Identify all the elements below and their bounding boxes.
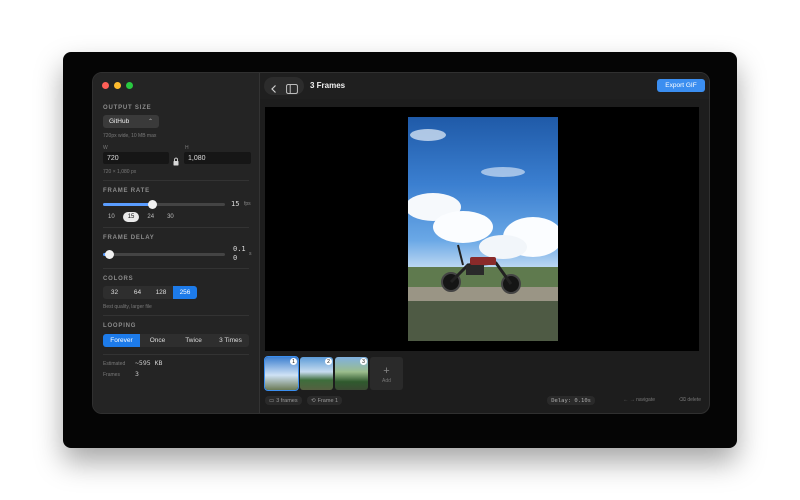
- looping-option-once[interactable]: Once: [140, 334, 175, 347]
- frame-rate-title: FRAME RATE: [103, 188, 150, 194]
- fps-preset-24[interactable]: 24: [142, 212, 159, 222]
- app-window: OUTPUT SIZE GitHub ⌃ 720px wide, 10 MB m…: [92, 72, 710, 414]
- colors-note: Best quality, larger file: [103, 304, 152, 310]
- divider: [103, 180, 249, 181]
- colors-option-32[interactable]: 32: [103, 286, 126, 299]
- frames-icon: ▭: [269, 397, 275, 404]
- frame-delay-value: 0.1 0: [233, 245, 246, 263]
- fps-preset-15[interactable]: 15: [122, 212, 140, 222]
- width-label: W: [103, 145, 108, 151]
- frame-rate-unit: fps: [244, 201, 251, 207]
- frame-thumbnail[interactable]: 1: [264, 356, 299, 391]
- divider: [103, 354, 249, 355]
- chevron-updown-icon: ⌃: [147, 119, 153, 125]
- divider: [103, 227, 249, 228]
- colors-title: COLORS: [103, 276, 134, 282]
- looping-title: LOOPING: [103, 323, 137, 329]
- height-field[interactable]: 1,080: [184, 152, 251, 164]
- plus-icon: +: [383, 365, 390, 377]
- add-frame-button[interactable]: + Add: [370, 357, 403, 390]
- colors-option-64[interactable]: 64: [126, 286, 149, 299]
- colors-option-256[interactable]: 256: [173, 286, 197, 299]
- page-title: 3 Frames: [310, 81, 346, 90]
- frames-count-chip: ▭ 3 frames: [265, 396, 302, 405]
- frame-thumbnail[interactable]: 2: [300, 357, 333, 390]
- settings-sidebar: OUTPUT SIZE GitHub ⌃ 720px wide, 10 MB m…: [93, 73, 260, 413]
- fps-preset-30[interactable]: 30: [162, 212, 179, 222]
- fps-preset-10[interactable]: 10: [103, 212, 120, 222]
- frame-delay-slider-knob[interactable]: [105, 250, 114, 259]
- divider: [103, 268, 249, 269]
- close-window-button[interactable]: [102, 82, 109, 89]
- frame-icon: ⟲: [311, 397, 316, 404]
- size-note: 720 × 1,080 px: [103, 169, 137, 175]
- delete-hint: ⌫ delete: [678, 397, 701, 403]
- frame-rate-slider-knob[interactable]: [148, 200, 157, 209]
- frame-number-badge: 1: [290, 358, 297, 365]
- motorcycle-photo: [408, 129, 558, 341]
- frame-delay-unit: s: [249, 251, 252, 257]
- window-controls: [102, 82, 133, 89]
- minimize-window-button[interactable]: [114, 82, 121, 89]
- current-frame-text: Frame 1: [317, 397, 339, 404]
- frame-rate-slider-fill: [103, 203, 152, 206]
- looping-option-3-times[interactable]: 3 Times: [212, 334, 249, 347]
- output-size-title: OUTPUT SIZE: [103, 105, 152, 111]
- colors-option-128[interactable]: 128: [149, 286, 173, 299]
- back-icon[interactable]: [269, 81, 279, 93]
- lock-icon[interactable]: [173, 153, 179, 166]
- frames-value: 3: [135, 370, 139, 378]
- zoom-window-button[interactable]: [126, 82, 133, 89]
- frame-delay-value-line2: 0: [233, 254, 238, 262]
- frame-rate-slider[interactable]: [103, 200, 225, 209]
- frame-number-badge: 2: [325, 358, 332, 365]
- frame-strip: 1 2 3 + Add: [264, 356, 403, 391]
- size-preset-value: GitHub: [109, 118, 130, 125]
- frames-label: Frames: [103, 372, 120, 378]
- delay-chip: Delay: 0.10s: [547, 396, 595, 405]
- size-preset-select[interactable]: GitHub ⌃: [103, 115, 159, 128]
- frame-delay-value-line1: 0.1: [233, 245, 246, 253]
- divider: [103, 315, 249, 316]
- looping-segmented-control: Forever Once Twice 3 Times: [103, 334, 249, 347]
- navigate-hint: ← → navigate: [623, 397, 655, 403]
- estimated-value: ~595 KB: [135, 359, 163, 367]
- frame-number-badge: 3: [360, 358, 367, 365]
- frame-delay-title: FRAME DELAY: [103, 235, 155, 241]
- preset-note: 720px wide, 10 MB max: [103, 133, 157, 139]
- looping-option-forever[interactable]: Forever: [103, 334, 140, 347]
- colors-segmented-control: 32 64 128 256: [103, 286, 197, 299]
- export-gif-button[interactable]: Export GIF: [657, 79, 705, 92]
- estimated-label: Estimated: [103, 361, 126, 367]
- width-field[interactable]: 720: [103, 152, 169, 164]
- frames-count-text: 3 frames: [276, 397, 298, 404]
- sidebar-toggle-icon[interactable]: [286, 81, 298, 94]
- frame-rate-value: 15: [231, 200, 240, 208]
- looping-option-twice[interactable]: Twice: [175, 334, 212, 347]
- height-label: H: [185, 145, 189, 151]
- app-backdrop: OUTPUT SIZE GitHub ⌃ 720px wide, 10 MB m…: [63, 52, 737, 448]
- toolbar: 3 Frames Export GIF: [260, 73, 709, 99]
- add-label: Add: [382, 378, 391, 384]
- frame-delay-slider[interactable]: [103, 250, 225, 259]
- preview-image: [408, 117, 558, 341]
- current-frame-chip: ⟲ Frame 1: [307, 396, 343, 405]
- toolbar-nav-group: [264, 77, 304, 95]
- frame-rate-presets: 10 15 24 30: [103, 212, 179, 222]
- preview-canvas: [265, 107, 699, 351]
- status-bar: ▭ 3 frames ⟲ Frame 1 Delay: 0.10s ← → na…: [265, 396, 701, 406]
- frame-thumbnail[interactable]: 3: [335, 357, 368, 390]
